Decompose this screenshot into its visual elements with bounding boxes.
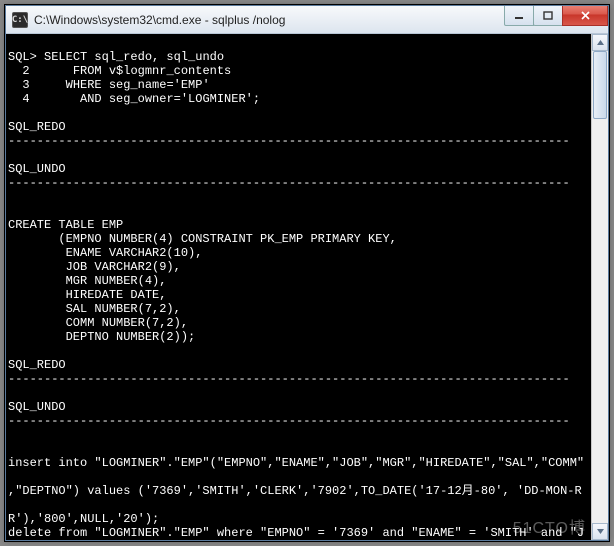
- query-line: SELECT sql_redo, sql_undo: [44, 50, 224, 64]
- sql-output: ,"DEPTNO") values ('7369','SMITH','CLERK…: [8, 484, 582, 498]
- sql-output: CREATE TABLE EMP: [8, 218, 123, 232]
- window-title: C:\Windows\system32\cmd.exe - sqlplus /n…: [34, 13, 285, 27]
- sql-output: JOB VARCHAR2(9),: [8, 260, 181, 274]
- sql-output: ENAME VARCHAR2(10),: [8, 246, 202, 260]
- sql-prompt: SQL>: [8, 50, 37, 64]
- terminal-output[interactable]: SQL> SELECT sql_redo, sql_undo 2 FROM v$…: [6, 34, 608, 540]
- minimize-button[interactable]: [504, 6, 534, 26]
- sql-output: HIREDATE DATE,: [8, 288, 166, 302]
- query-line: WHERE seg_name='EMP': [66, 78, 210, 92]
- sql-output: R'),'800',NULL,'20');: [8, 512, 159, 526]
- separator: ----------------------------------------…: [8, 372, 570, 386]
- column-header: SQL_UNDO: [8, 162, 66, 176]
- query-line: FROM v$logmnr_contents: [73, 64, 231, 78]
- line-number: 3: [22, 78, 29, 92]
- maximize-button[interactable]: [533, 6, 563, 26]
- scroll-thumb[interactable]: [593, 51, 607, 119]
- scroll-track[interactable]: [592, 51, 608, 523]
- column-header: SQL_UNDO: [8, 400, 66, 414]
- cmd-icon: C:\: [12, 12, 28, 28]
- query-line: AND seg_owner='LOGMINER';: [80, 92, 260, 106]
- cmd-window: C:\ C:\Windows\system32\cmd.exe - sqlplu…: [5, 5, 609, 541]
- close-button[interactable]: [562, 6, 608, 26]
- scroll-down-button[interactable]: [592, 523, 608, 540]
- column-header: SQL_REDO: [8, 358, 66, 372]
- sql-output: COMM NUMBER(7,2),: [8, 316, 188, 330]
- separator: ----------------------------------------…: [8, 414, 570, 428]
- vertical-scrollbar[interactable]: [591, 34, 608, 540]
- sql-output: insert into "LOGMINER"."EMP"("EMPNO","EN…: [8, 456, 584, 470]
- titlebar[interactable]: C:\ C:\Windows\system32\cmd.exe - sqlplu…: [6, 6, 608, 34]
- sql-output: (EMPNO NUMBER(4) CONSTRAINT PK_EMP PRIMA…: [8, 232, 397, 246]
- sql-output: delete from "LOGMINER"."EMP" where "EMPN…: [8, 526, 584, 540]
- separator: ----------------------------------------…: [8, 176, 570, 190]
- line-number: 2: [22, 64, 29, 78]
- line-number: 4: [22, 92, 29, 106]
- sql-output: SAL NUMBER(7,2),: [8, 302, 181, 316]
- sql-output: DEPTNO NUMBER(2));: [8, 330, 195, 344]
- window-controls: [505, 6, 608, 26]
- column-header: SQL_REDO: [8, 120, 66, 134]
- sql-output: MGR NUMBER(4),: [8, 274, 166, 288]
- separator: ----------------------------------------…: [8, 134, 570, 148]
- scroll-up-button[interactable]: [592, 34, 608, 51]
